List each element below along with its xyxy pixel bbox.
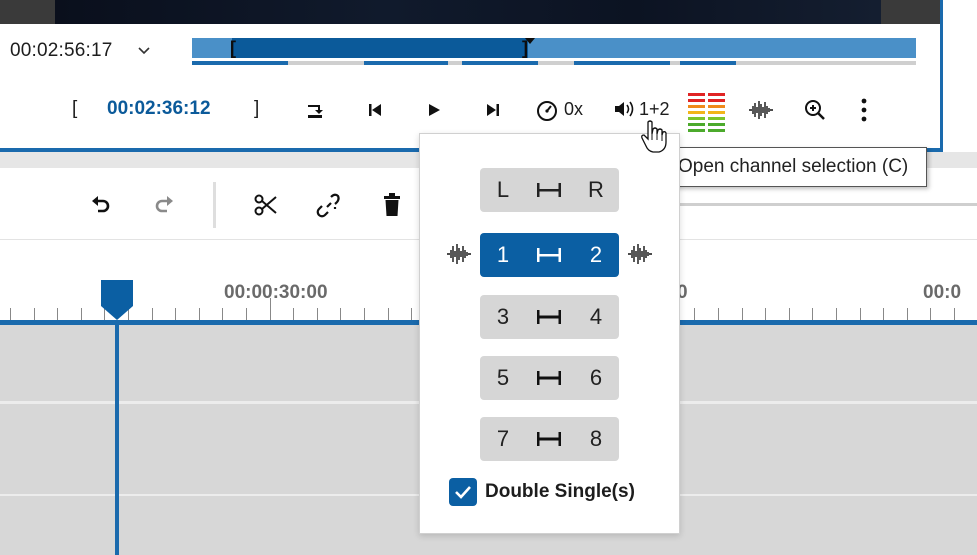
playhead-handle[interactable] bbox=[101, 280, 133, 320]
ruler-tick bbox=[199, 308, 200, 320]
ruler-tick bbox=[411, 308, 412, 320]
ruler-tick bbox=[883, 308, 884, 320]
ruler-tick bbox=[907, 308, 908, 320]
ruler-tick bbox=[10, 308, 11, 320]
ruler-tick bbox=[340, 308, 341, 320]
channel-right-label: R bbox=[588, 177, 604, 202]
ruler-tick bbox=[293, 308, 294, 320]
channel-link-icon bbox=[537, 183, 561, 197]
redo-icon[interactable] bbox=[152, 192, 178, 218]
hand-pointer-cursor-icon bbox=[641, 120, 667, 153]
channel-left-label: L bbox=[496, 177, 510, 202]
set-out-bracket[interactable]: ] bbox=[254, 98, 259, 120]
channel-pair-3-4[interactable]: 3 4 bbox=[480, 295, 619, 339]
play-icon[interactable] bbox=[422, 98, 446, 122]
channel-link-icon bbox=[537, 310, 561, 324]
channel-left-label: 5 bbox=[496, 365, 510, 390]
checkmark-icon bbox=[455, 486, 471, 499]
ruler-tick bbox=[860, 308, 861, 320]
ruler-tick bbox=[930, 308, 931, 320]
scrub-in-marker[interactable]: [ bbox=[230, 38, 236, 58]
video-preview-right bbox=[881, 0, 940, 24]
speed-label[interactable]: 0x bbox=[564, 99, 583, 120]
ruler-tick bbox=[246, 308, 247, 320]
video-preview-left bbox=[0, 0, 55, 24]
channel-left-label: 1 bbox=[496, 242, 510, 267]
zoom-in-icon[interactable] bbox=[802, 97, 828, 123]
scissors-icon[interactable] bbox=[252, 191, 280, 219]
ruler-tick bbox=[317, 308, 318, 320]
channel-right-label: 2 bbox=[589, 242, 603, 267]
toolbar-divider bbox=[213, 182, 216, 228]
set-in-bracket[interactable]: [ bbox=[72, 98, 77, 120]
audio-meter-icon[interactable] bbox=[687, 92, 727, 132]
scrub-overview bbox=[192, 61, 916, 65]
double-single-checkbox[interactable] bbox=[449, 478, 477, 506]
ruler-tick bbox=[364, 308, 365, 320]
channel-pair-lr[interactable]: L R bbox=[480, 168, 619, 212]
ruler-tick bbox=[57, 308, 58, 320]
ruler-tick bbox=[742, 308, 743, 320]
insert-clip-icon[interactable] bbox=[302, 98, 326, 122]
right-waveform-icon bbox=[628, 244, 652, 264]
editor-window: 00:02:56:17 [ ] [ 00:02:36:12 ] 0x 1+2 0… bbox=[0, 0, 977, 555]
channel-pair-1-2[interactable]: 1 2 bbox=[480, 233, 619, 277]
in-point-timecode[interactable]: 00:02:36:12 bbox=[107, 98, 211, 120]
video-preview[interactable] bbox=[55, 0, 881, 24]
channel-left-label: 7 bbox=[496, 426, 510, 451]
ruler-tick bbox=[765, 308, 766, 320]
volume-icon[interactable] bbox=[612, 98, 636, 120]
ruler-tick bbox=[694, 308, 695, 320]
scrub-bar[interactable]: [ ] bbox=[192, 38, 916, 58]
ruler-tick bbox=[222, 308, 223, 320]
double-single-label[interactable]: Double Single(s) bbox=[485, 481, 635, 503]
ruler-tick bbox=[34, 308, 35, 320]
ruler-label: 00:00:30:00 bbox=[224, 282, 328, 303]
channel-pair-7-8[interactable]: 7 8 bbox=[480, 417, 619, 461]
channel-right-label: 8 bbox=[589, 426, 603, 451]
ruler-tick bbox=[789, 308, 790, 320]
overview-segment bbox=[574, 61, 670, 65]
ruler-tick bbox=[175, 308, 176, 320]
ruler-major-tick bbox=[270, 298, 271, 320]
channel-link-icon bbox=[537, 371, 561, 385]
in-out-range bbox=[232, 38, 528, 58]
overview-segment bbox=[680, 61, 736, 65]
ruler-tick bbox=[81, 308, 82, 320]
ruler-tick bbox=[388, 308, 389, 320]
ruler-tick bbox=[954, 308, 955, 320]
undo-icon[interactable] bbox=[87, 192, 113, 218]
channel-right-label: 6 bbox=[589, 365, 603, 390]
ruler-label: 00:0 bbox=[923, 282, 962, 303]
overview-segment bbox=[462, 61, 538, 65]
ruler-tick bbox=[836, 308, 837, 320]
ruler-tick bbox=[152, 308, 153, 320]
waveform-icon[interactable] bbox=[747, 98, 775, 122]
left-waveform-icon bbox=[447, 244, 471, 264]
unlink-icon[interactable] bbox=[315, 191, 343, 219]
channel-selection-tooltip: Open channel selection (C) bbox=[664, 147, 927, 187]
timecode-format-chevron-icon[interactable] bbox=[137, 40, 153, 60]
toolbar-right-divider bbox=[680, 203, 977, 206]
ruler-tick bbox=[718, 308, 719, 320]
speed-gauge-icon[interactable] bbox=[534, 97, 560, 123]
playhead-line bbox=[115, 320, 119, 555]
player-panel-border bbox=[940, 0, 943, 152]
scrub-position-marker[interactable] bbox=[525, 38, 535, 44]
overview-segment bbox=[192, 61, 288, 65]
channel-selection-button[interactable]: 1+2 bbox=[639, 99, 670, 120]
delete-icon[interactable] bbox=[379, 191, 405, 219]
skip-back-icon[interactable] bbox=[363, 98, 387, 122]
channel-link-icon bbox=[537, 248, 561, 262]
overview-segment bbox=[364, 61, 448, 65]
channel-pair-5-6[interactable]: 5 6 bbox=[480, 356, 619, 400]
more-options-icon[interactable] bbox=[854, 96, 874, 124]
ruler-tick bbox=[812, 308, 813, 320]
current-timecode: 00:02:56:17 bbox=[10, 40, 113, 61]
channel-link-icon bbox=[537, 432, 561, 446]
channel-left-label: 3 bbox=[496, 304, 510, 329]
skip-forward-icon[interactable] bbox=[481, 98, 505, 122]
channel-right-label: 4 bbox=[589, 304, 603, 329]
